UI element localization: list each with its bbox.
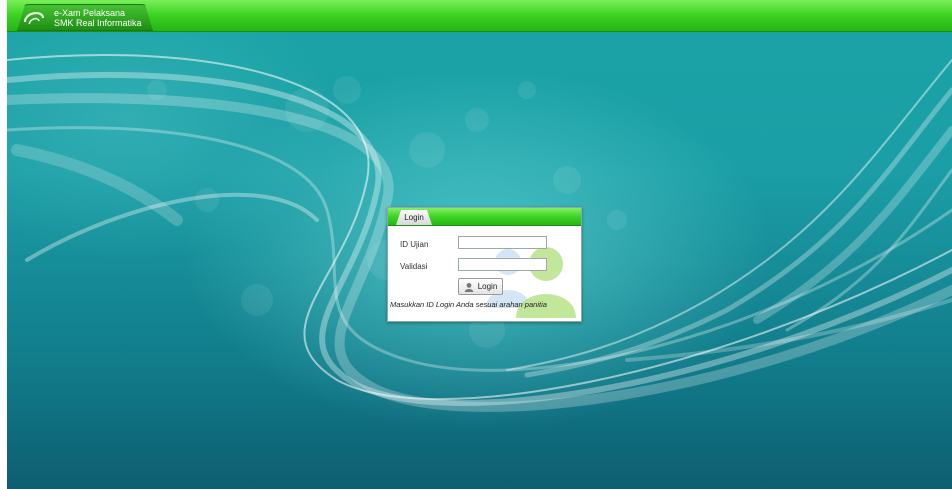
- swirl-logo-icon: [23, 12, 45, 25]
- login-tab[interactable]: Login: [396, 210, 432, 225]
- app-title: e-Xam Pelaksana: [54, 8, 126, 18]
- validasi-input[interactable]: [458, 258, 547, 271]
- login-panel: Login ID Ujian Validasi Login Masukkan I…: [387, 207, 582, 322]
- brand-tab[interactable]: e-Xam Pelaksana SMK Real Informatika: [17, 4, 153, 31]
- user-icon: [464, 282, 473, 292]
- login-instruction-note: Masukkan ID Login Anda sesuai arahan pan…: [390, 300, 547, 309]
- login-button-label: Login: [477, 282, 498, 291]
- top-bar: e-Xam Pelaksana SMK Real Informatika: [7, 0, 952, 32]
- login-button[interactable]: Login: [458, 278, 503, 295]
- id-ujian-label: ID Ujian: [400, 240, 429, 249]
- app-subtitle: SMK Real Informatika: [54, 18, 142, 28]
- login-panel-header: Login: [388, 208, 581, 226]
- id-ujian-input[interactable]: [458, 236, 547, 249]
- validasi-label: Validasi: [400, 262, 428, 271]
